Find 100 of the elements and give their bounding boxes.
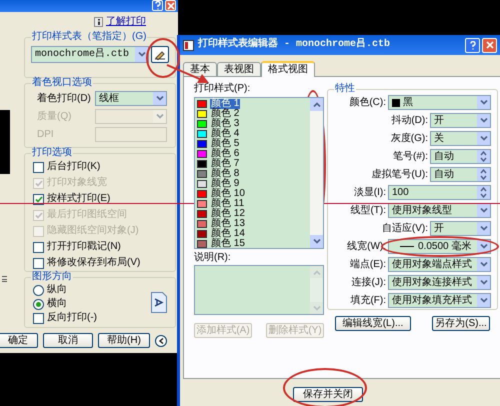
- help-button[interactable]: [465, 38, 480, 52]
- checkbox[interactable]: [33, 194, 44, 204]
- list-item[interactable]: 颜色 6: [210, 149, 240, 159]
- field-label: 自适应(V):: [382, 224, 428, 234]
- dropdown[interactable]: 使用对象连接样式: [388, 275, 491, 290]
- input-field[interactable]: [95, 127, 167, 142]
- chevron-down-icon: [480, 208, 488, 213]
- dropdown[interactable]: monochrome吕.ctb: [31, 46, 149, 63]
- info-icon: [94, 17, 103, 27]
- list-item[interactable]: 颜色 9: [210, 179, 240, 189]
- checkbox[interactable]: [33, 258, 44, 268]
- button[interactable]: 编辑线宽(L)...: [335, 316, 411, 331]
- close-button[interactable]: [165, 0, 176, 11]
- help-icon: [154, 1, 160, 10]
- dropdown[interactable]: 关: [430, 131, 491, 146]
- checkbox-label: 后台打印(K): [47, 162, 100, 172]
- button[interactable]: 帮助(H): [98, 333, 150, 348]
- field-label: DPI: [36, 130, 55, 140]
- list-item[interactable]: 颜色 2: [210, 109, 240, 119]
- list-item[interactable]: 颜色 13: [210, 219, 246, 229]
- edit-button[interactable]: [151, 46, 169, 63]
- button[interactable]: 取消: [43, 333, 93, 348]
- dropdown[interactable]: 使用对象填充样式: [388, 293, 491, 308]
- dropdown[interactable]: 使用对象端点样式: [388, 257, 491, 272]
- dropdown[interactable]: 开: [430, 221, 491, 236]
- tab[interactable]: 基本: [183, 62, 217, 76]
- list-item[interactable]: 颜色 11: [210, 199, 246, 209]
- checkbox[interactable]: [33, 242, 44, 252]
- button[interactable]: 保存并关闭: [293, 387, 363, 402]
- field-label: 抖动(D):: [391, 116, 428, 126]
- dropdown[interactable]: 使用对象线型: [388, 203, 491, 218]
- checkbox-label: 将修改保存到布局(V): [47, 258, 140, 268]
- chevron-down-icon: [312, 239, 320, 244]
- field-label: 端点(E):: [350, 260, 386, 270]
- checkbox[interactable]: [33, 162, 44, 172]
- scrollbar[interactable]: [310, 98, 323, 248]
- tab[interactable]: 表视图: [217, 62, 261, 76]
- chevron-down-icon: [138, 52, 146, 57]
- list-label: 打印样式(P):: [194, 84, 252, 94]
- list-item[interactable]: 颜色 3: [210, 119, 240, 129]
- field-label: 说明(R):: [194, 253, 232, 263]
- dropdown[interactable]: 100: [388, 185, 491, 200]
- window-icon: [183, 40, 194, 50]
- checkbox[interactable]: [33, 312, 44, 324]
- close-icon: [166, 2, 174, 10]
- field-label: 着色打印(D): [36, 94, 92, 104]
- field-label: 线型(T):: [350, 206, 386, 216]
- chevron-left-icon: [158, 338, 164, 344]
- dropdown[interactable]: 线框: [95, 91, 167, 106]
- help-button[interactable]: [152, 0, 163, 11]
- checkbox-label: 打开打印戳记(N): [47, 242, 121, 252]
- preview-area: [0, 110, 10, 174]
- list-item[interactable]: 颜色 10: [210, 189, 246, 199]
- chevron-down-icon: [156, 114, 164, 119]
- chevron-down-icon: [480, 280, 488, 285]
- lines-icon: [2, 276, 7, 282]
- spin-arrows-icon: [480, 151, 487, 162]
- radio-button[interactable]: [33, 284, 44, 296]
- radio-button[interactable]: [33, 298, 44, 310]
- help-icon: [470, 40, 476, 50]
- dropdown[interactable]: 0.0500 毫米: [388, 239, 491, 254]
- dropdown[interactable]: 开: [430, 113, 491, 128]
- help-link[interactable]: 了解打印: [106, 17, 146, 27]
- close-icon: [486, 41, 494, 49]
- group-title: 图形方向: [31, 272, 73, 282]
- button[interactable]: 确定: [0, 333, 38, 348]
- list-item[interactable]: 颜色 8: [210, 169, 240, 179]
- list-item[interactable]: 颜色 12: [210, 209, 246, 219]
- chevron-down-icon: [480, 244, 488, 249]
- group-title: 特性: [334, 84, 356, 94]
- group-title: 打印选项: [31, 148, 73, 158]
- chevron-down-icon: [480, 298, 488, 303]
- spin-arrows-icon: [480, 187, 487, 198]
- chevron-down-icon: [480, 226, 488, 231]
- chevron-down-icon: [312, 306, 320, 310]
- list-item[interactable]: 颜色 7: [210, 159, 240, 169]
- list-item[interactable]: 颜色 4: [210, 129, 240, 139]
- field-label: 颜色(C):: [349, 98, 386, 108]
- highlight-ellipse: [146, 38, 180, 78]
- annotation-arrow: [166, 64, 209, 83]
- spin-arrows-icon: [480, 169, 487, 180]
- description-field[interactable]: [194, 265, 324, 315]
- dropdown[interactable]: 黑: [388, 95, 491, 110]
- field-label: 质量(Q): [36, 112, 72, 122]
- field-label: 连接(J):: [352, 278, 386, 288]
- collapse-button[interactable]: [155, 334, 167, 346]
- list-item[interactable]: 颜色 14: [210, 229, 246, 239]
- list-item[interactable]: 颜色 1: [210, 99, 240, 109]
- dropdown[interactable]: 自动: [430, 149, 491, 164]
- close-button[interactable]: [482, 38, 497, 52]
- list-item[interactable]: 颜色 5: [210, 139, 240, 149]
- dropdown[interactable]: 自动: [430, 167, 491, 182]
- chevron-down-icon: [480, 100, 488, 105]
- list-item[interactable]: 颜色 15: [210, 239, 246, 249]
- checkbox-label: 反向打印(-): [47, 313, 97, 323]
- tab[interactable]: 格式视图: [261, 61, 315, 77]
- radio-label: 横向: [47, 299, 67, 309]
- chevron-down-icon: [480, 136, 488, 141]
- button[interactable]: 另存为(S)...: [432, 316, 490, 331]
- field-label: 填充(F):: [350, 296, 386, 306]
